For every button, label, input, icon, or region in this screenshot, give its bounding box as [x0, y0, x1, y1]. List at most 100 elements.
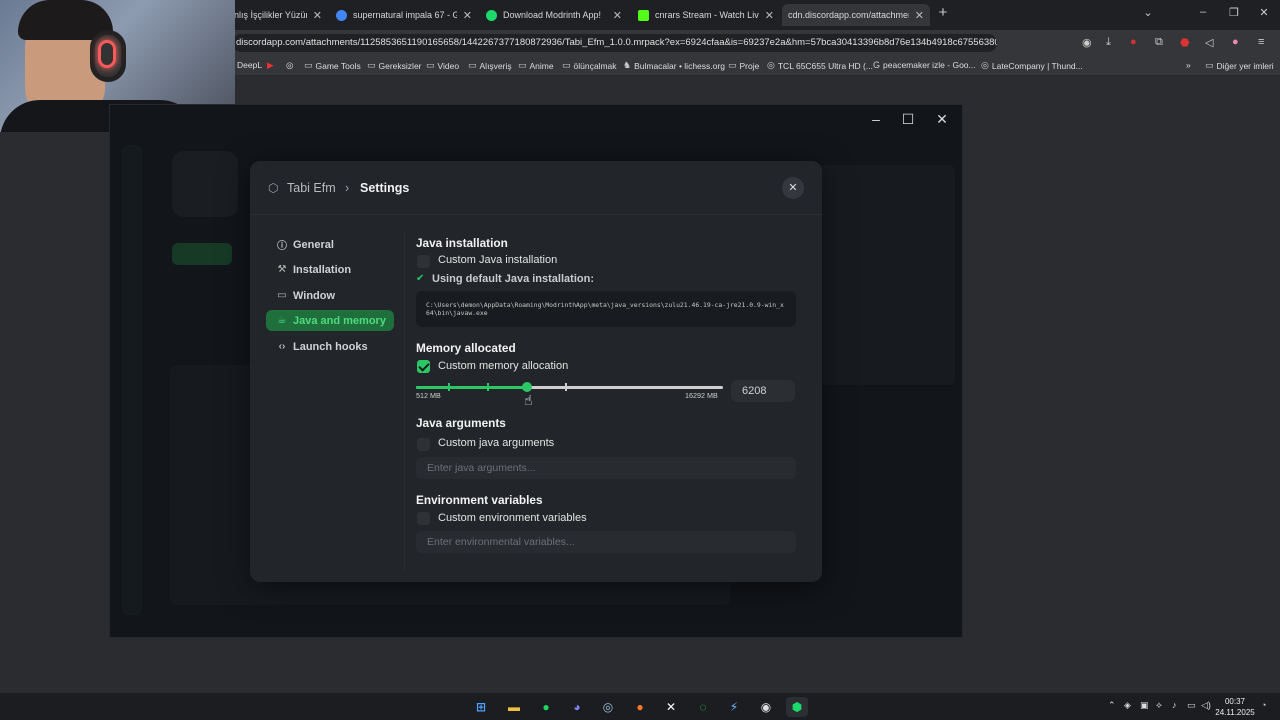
java-icon: ☕: [277, 315, 287, 326]
spotify-icon[interactable]: ●: [535, 697, 557, 717]
tab-title: cnrars Stream - Watch Live: [655, 10, 759, 20]
close-tab-icon[interactable]: ✕: [765, 9, 774, 22]
nav-installation[interactable]: ⚒ Installation: [266, 259, 394, 280]
custom-java-installation-label[interactable]: Custom Java installation: [438, 254, 557, 266]
bookmark-label: peacemaker izle - Goo...: [883, 60, 976, 70]
globe-icon[interactable]: ◎: [286, 60, 293, 71]
custom-memory-allocation-label[interactable]: Custom memory allocation: [438, 360, 568, 372]
instance-icon: [172, 151, 238, 217]
info-circle-icon: ⓘ: [277, 241, 287, 252]
new-tab-button[interactable]: +: [933, 4, 953, 21]
camera-icon[interactable]: ◉: [1082, 36, 1092, 49]
instance-name[interactable]: Tabi Efm: [287, 181, 336, 195]
tab-title: cdn.discordapp.com/attachments/1: [788, 10, 909, 20]
x-twitter-icon[interactable]: ✕: [660, 697, 682, 717]
youtube-icon[interactable]: ▶: [267, 60, 274, 71]
environment-variables-input[interactable]: Enter environmental variables...: [416, 531, 796, 553]
nav-general[interactable]: ⓘ General: [266, 234, 394, 255]
bookmark-folder[interactable]: ▭ Gereksizler: [367, 60, 422, 71]
profile-avatar-icon[interactable]: ●: [1232, 36, 1239, 48]
network-icon[interactable]: ▭: [1187, 700, 1196, 711]
system-clock[interactable]: 00:37 24.11.2025: [1212, 696, 1258, 718]
bookmark-peacemaker[interactable]: Gpeacemaker izle - Goo...: [873, 60, 976, 70]
notification-bell-icon[interactable]: ◔: [1261, 700, 1266, 710]
chevron-right-icon: ›: [345, 181, 350, 195]
custom-java-arguments-label[interactable]: Custom java arguments: [438, 437, 554, 449]
mouse-cursor-icon: ☝: [524, 392, 533, 408]
kick-icon: [638, 9, 649, 21]
volume-icon[interactable]: ◁): [1201, 700, 1211, 711]
bookmark-folder[interactable]: ▭ Video: [426, 60, 459, 71]
tray-app-icon[interactable]: ▣: [1140, 700, 1149, 711]
extension-icon[interactable]: ●: [1130, 36, 1137, 48]
bookmark-folder[interactable]: ▭ Proje: [728, 60, 759, 71]
bookmark-folder[interactable]: ▭ ölünçalmak: [562, 60, 617, 71]
browser-tab[interactable]: cnrars Stream - Watch Live ✕: [632, 4, 780, 26]
puzzle-icon[interactable]: ⧉: [1155, 36, 1163, 49]
whatsapp-icon[interactable]: ◌: [692, 697, 714, 717]
windows-start-icon[interactable]: ⊞: [470, 697, 492, 717]
memory-value-input[interactable]: 6208: [731, 380, 795, 402]
bookmark-folder[interactable]: ▭ Alışveriş: [468, 60, 512, 71]
google-icon: [336, 9, 347, 21]
close-tab-icon[interactable]: ✕: [915, 9, 924, 22]
bookmark-folder[interactable]: ▭ Game Tools: [304, 60, 361, 71]
nav-launch-hooks[interactable]: ‹› Launch hooks: [266, 336, 394, 357]
minimize-icon[interactable]: –: [1193, 6, 1213, 18]
tray-app-icon[interactable]: ⟡: [1156, 700, 1162, 711]
app-maximize-icon[interactable]: ☐: [898, 111, 918, 128]
tab-search-chevron-icon[interactable]: ⌄: [1138, 6, 1158, 19]
custom-environment-variables-label[interactable]: Custom environment variables: [438, 512, 587, 524]
app-minimize-icon[interactable]: –: [866, 111, 886, 127]
custom-java-arguments-checkbox[interactable]: [417, 438, 430, 451]
custom-java-installation-checkbox[interactable]: [417, 255, 430, 268]
bookmark-folder[interactable]: ▭ Anime: [518, 60, 554, 71]
browser-tab[interactable]: nlış İşçilikler Yüzünden ✕: [228, 4, 328, 26]
custom-environment-variables-checkbox[interactable]: [417, 512, 430, 525]
folder-icon: ▭: [468, 60, 477, 70]
speaker-icon[interactable]: ◁: [1205, 36, 1213, 49]
browser-tab[interactable]: Download Modrinth App! ✕: [480, 4, 628, 26]
file-explorer-icon[interactable]: ▬: [503, 697, 525, 717]
bookmark-deepl[interactable]: DeepL: [237, 60, 262, 70]
bookmark-tcl[interactable]: ◎ TCL 65C655 Ultra HD (...: [767, 60, 873, 71]
close-window-icon[interactable]: ✕: [1254, 6, 1274, 19]
ublock-icon[interactable]: ⬣: [1180, 36, 1190, 49]
browser-tab[interactable]: supernatural impala 67 - Google ✕: [330, 4, 478, 26]
firefox-icon[interactable]: ●: [629, 697, 651, 717]
memory-slider[interactable]: [416, 382, 723, 392]
bookmark-latecompany[interactable]: ◎ LateCompany | Thund...: [981, 60, 1083, 71]
bookmark-label: ölünçalmak: [573, 60, 617, 71]
close-tab-icon[interactable]: ✕: [313, 9, 322, 22]
bookmark-lichess[interactable]: ♞ Bulmacalar • lichess.org: [623, 60, 725, 71]
folder-icon: ▭: [562, 60, 571, 70]
obs-icon[interactable]: ◉: [755, 697, 777, 717]
java-arguments-input[interactable]: Enter java arguments...: [416, 457, 796, 479]
tray-app-icon[interactable]: ◈: [1124, 700, 1131, 711]
close-modal-button[interactable]: ✕: [782, 177, 804, 199]
custom-memory-allocation-checkbox[interactable]: [417, 360, 430, 373]
bookmark-label: Video: [437, 60, 460, 71]
discord-icon[interactable]: ◕: [566, 697, 588, 717]
modrinth-taskbar-icon[interactable]: ⬢: [786, 697, 808, 717]
url-field[interactable]: discordapp.com/attachments/1125853651190…: [232, 34, 997, 52]
clock-date: 24.11.2025: [1215, 708, 1255, 717]
close-tab-icon[interactable]: ✕: [463, 9, 472, 22]
app-close-icon[interactable]: ✕: [932, 111, 952, 128]
microphone-icon[interactable]: ♪: [1172, 700, 1177, 710]
menu-icon[interactable]: ≡: [1258, 36, 1264, 48]
memory-slider-thumb[interactable]: [521, 382, 532, 392]
nav-window[interactable]: ▭ Window: [266, 285, 394, 306]
nav-label: Java and memory: [293, 314, 386, 327]
bookmark-label: Proje: [739, 60, 760, 71]
restore-icon[interactable]: ❐: [1224, 6, 1244, 19]
tray-chevron-up-icon[interactable]: ⌃: [1108, 700, 1116, 711]
browser-tab-active[interactable]: cdn.discordapp.com/attachments/1 ✕: [782, 4, 930, 26]
other-bookmarks[interactable]: ▭ Diğer yer imleri: [1205, 60, 1274, 71]
steam-icon[interactable]: ◎: [597, 697, 619, 717]
download-icon[interactable]: ⤓: [1106, 36, 1111, 49]
more-bookmarks-chevron-icon[interactable]: »: [1186, 60, 1191, 70]
close-tab-icon[interactable]: ✕: [613, 9, 622, 22]
app-icon[interactable]: ⚡: [723, 697, 745, 717]
nav-java-and-memory[interactable]: ☕ Java and memory: [266, 310, 394, 331]
